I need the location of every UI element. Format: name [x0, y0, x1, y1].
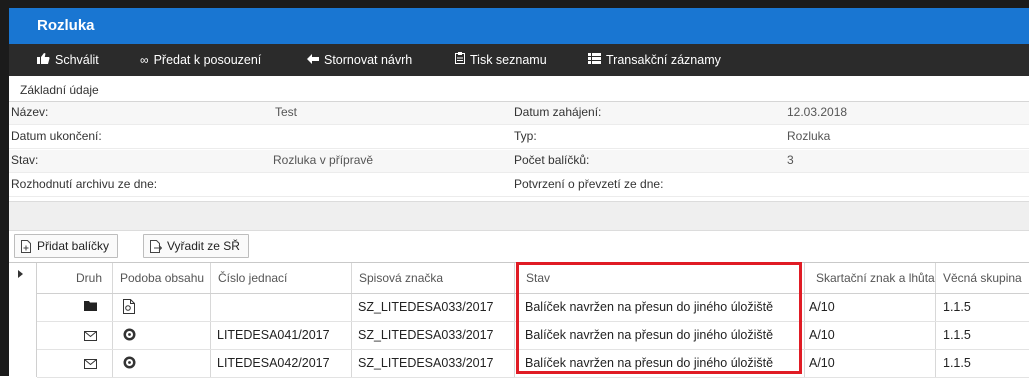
thumbs-up-icon — [37, 44, 50, 76]
disc-icon — [123, 356, 136, 372]
nazev-label: Název: — [11, 105, 49, 119]
add-document-icon — [21, 240, 31, 253]
cell-skartace: A/10 — [809, 356, 835, 370]
table-row[interactable]: SZ_LITEDESA033/2017 Balíček navržen na p… — [37, 294, 1029, 322]
cell-stav: Balíček navržen na přesun do jiného úlož… — [525, 356, 774, 370]
pocet-label: Počet balíčků: — [514, 153, 590, 167]
cell-znacka: SZ_LITEDESA033/2017 — [358, 300, 494, 314]
clipboard-icon — [455, 44, 465, 76]
document-icon — [123, 299, 135, 317]
potvrzeni-label: Potvrzení o převzetí ze dne: — [514, 177, 664, 191]
header-skartacni-znak[interactable]: Skartační znak a lhůta — [816, 263, 935, 293]
nazev-value: Test — [275, 105, 298, 119]
approve-label: Schválit — [55, 53, 99, 67]
datum-zahajeni-value: 12.03.2018 — [787, 105, 848, 119]
transactions-label: Transakční záznamy — [606, 53, 721, 67]
stav-label: Stav: — [11, 153, 39, 167]
window: Rozluka Schválit ∞ Předat k posouzení Sto… — [0, 0, 1029, 378]
toolbar: Schválit ∞ Předat k posouzení Stornovat n… — [9, 44, 1029, 76]
form-row: Datum ukončení: Typ: Rozluka — [9, 126, 1029, 149]
table-row[interactable]: LITEDESA041/2017 SZ_LITEDESA033/2017 Bal… — [37, 322, 1029, 350]
cell-skupina: 1.1.5 — [943, 300, 971, 314]
form-row: Rozhodnutí archivu ze dne: Potvrzení o p… — [9, 174, 1029, 197]
header-druh[interactable]: Druh — [76, 263, 102, 293]
remove-from-sr-button[interactable]: Vyřadit ze SŘ — [143, 234, 249, 258]
link-icon: ∞ — [140, 53, 149, 67]
print-list-button[interactable]: Tisk seznamu — [455, 44, 547, 76]
section-title: Základní údaje — [20, 83, 99, 97]
cell-skupina: 1.1.5 — [943, 356, 971, 370]
form-row: Stav: Rozluka v přípravě Počet balíčků: … — [9, 150, 1029, 173]
typ-value: Rozluka — [787, 129, 831, 143]
typ-label: Typ: — [514, 129, 537, 143]
row-selector-column — [9, 263, 37, 377]
transactions-button[interactable]: Transakční záznamy — [588, 44, 721, 76]
cell-skartace: A/10 — [809, 328, 835, 342]
detail-form: Název: Test Datum zahájení: 12.03.2018 D… — [9, 102, 1029, 198]
add-packages-label: Přidat balíčky — [37, 239, 110, 253]
pocet-value: 3 — [787, 153, 794, 167]
header-spisova-znacka[interactable]: Spisová značka — [359, 263, 443, 293]
list-icon — [588, 44, 601, 76]
cell-znacka: SZ_LITEDESA033/2017 — [358, 356, 494, 370]
header-podoba[interactable]: Podoba obsahu — [120, 263, 204, 293]
approve-button[interactable]: Schválit — [37, 44, 99, 76]
back-arrow-icon — [307, 44, 319, 76]
export-document-icon — [150, 240, 163, 253]
remove-label: Vyřadit ze SŘ — [167, 239, 240, 253]
top-border — [0, 0, 1029, 8]
disc-icon — [123, 328, 136, 344]
table-row[interactable]: LITEDESA042/2017 SZ_LITEDESA033/2017 Bal… — [37, 350, 1029, 378]
review-label: Předat k posouzení — [153, 53, 262, 67]
envelope-icon — [84, 358, 97, 372]
header-cislo-jednaci[interactable]: Číslo jednací — [218, 263, 287, 293]
envelope-icon — [84, 330, 97, 344]
print-label: Tisk seznamu — [470, 53, 547, 67]
form-row: Název: Test Datum zahájení: 12.03.2018 — [9, 102, 1029, 125]
cancel-label: Stornovat návrh — [324, 53, 413, 67]
datum-ukonceni-label: Datum ukončení: — [11, 129, 102, 143]
cell-skartace: A/10 — [809, 300, 835, 314]
add-packages-button[interactable]: Přidat balíčky — [14, 234, 119, 258]
cell-znacka: SZ_LITEDESA033/2017 — [358, 328, 494, 342]
cell-cislo: LITEDESA041/2017 — [217, 328, 330, 342]
rozhodnuti-label: Rozhodnutí archivu ze dne: — [11, 177, 158, 191]
expand-arrow-icon[interactable] — [18, 270, 23, 278]
packages-table: Druh Podoba obsahu Číslo jednací Spisová… — [9, 262, 1029, 378]
section-header: Základní údaje — [9, 79, 1029, 102]
cell-stav: Balíček navržen na přesun do jiného úlož… — [525, 300, 774, 314]
cell-skupina: 1.1.5 — [943, 328, 971, 342]
form-footer — [9, 201, 1029, 231]
page-title: Rozluka — [37, 17, 95, 34]
stav-value: Rozluka v přípravě — [273, 153, 374, 167]
header-stav[interactable]: Stav — [526, 263, 550, 293]
review-button[interactable]: ∞ Předat k posouzení — [140, 44, 261, 76]
title-bar: Rozluka — [9, 8, 1029, 44]
cell-stav: Balíček navržen na přesun do jiného úlož… — [525, 328, 774, 342]
cancel-proposal-button[interactable]: Stornovat návrh — [307, 44, 412, 76]
cell-cislo: LITEDESA042/2017 — [217, 356, 330, 370]
left-border — [0, 0, 9, 376]
header-vecna-skupina[interactable]: Věcná skupina — [943, 263, 1022, 293]
folder-icon — [84, 300, 97, 314]
datum-zahajeni-label: Datum zahájení: — [514, 105, 602, 119]
